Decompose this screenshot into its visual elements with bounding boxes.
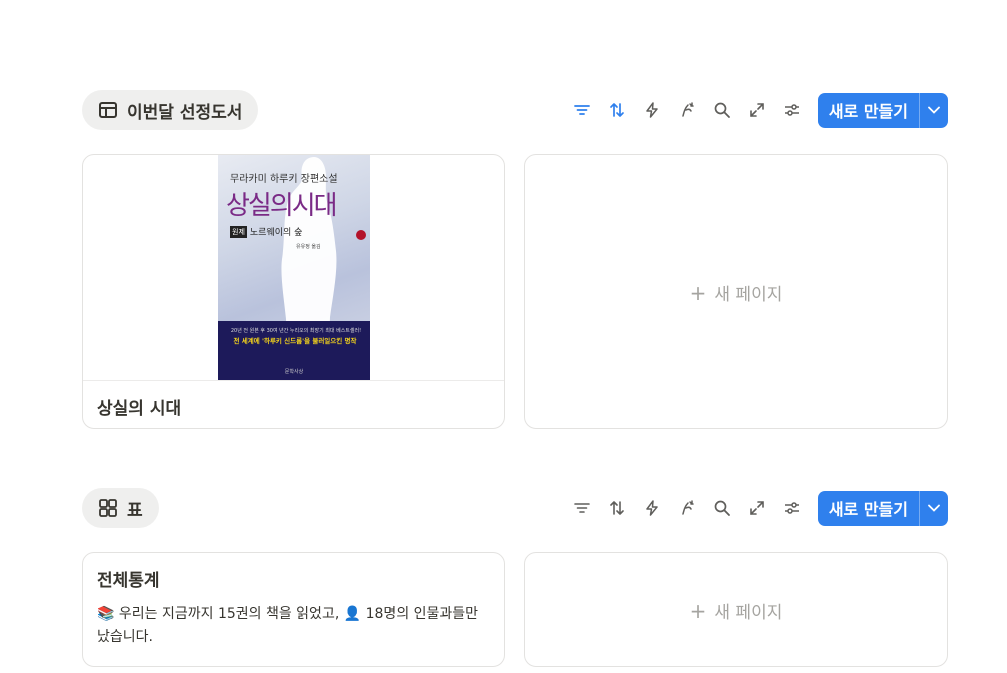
cover-author-line: 무라카미 하루키 장편소설 [230, 174, 338, 185]
search-icon[interactable] [708, 494, 736, 522]
ai-pen-icon[interactable] [673, 96, 701, 124]
cover-subtitle-row: 원제 노르웨이의 숲 [230, 225, 302, 238]
view-toolbar: 새로 만들기 [561, 490, 948, 526]
plus-icon: + [689, 598, 707, 623]
person-emoji-icon: 👤 [343, 606, 362, 622]
chevron-down-icon[interactable] [919, 490, 948, 526]
new-page-card[interactable]: + 새 페이지 [524, 154, 948, 429]
card-description: 📚 우리는 지금까지 15권의 책을 읽었고, 👤 18명의 인물과들만났습니다… [97, 603, 486, 649]
card-cover-area: 무라카미 하루키 장편소설 상실의시대 원제 노르웨이의 숲 유유정 옮김 20… [83, 155, 504, 381]
view-tab-label: 이번달 선정도서 [127, 102, 243, 123]
gallery-grid-icon [98, 498, 118, 518]
search-icon[interactable] [708, 96, 736, 124]
card-title: 전체통계 [97, 571, 160, 591]
gallery-section-table: 표 새로 만들기 전체통계 📚 우리는 지금까지 15권의 책을 읽었고, 👤 … [82, 488, 948, 673]
books-emoji-icon: 📚 [97, 606, 115, 622]
new-page-label: 새 페이지 [714, 285, 783, 305]
chevron-down-icon[interactable] [919, 92, 948, 128]
sort-icon[interactable] [603, 96, 631, 124]
cover-translator: 유유정 옮김 [296, 244, 321, 250]
ai-pen-icon[interactable] [673, 494, 701, 522]
new-item-button[interactable]: 새로 만들기 [817, 92, 948, 128]
view-tab-table[interactable]: 표 [82, 488, 159, 528]
view-toolbar: 새로 만들기 [561, 92, 948, 128]
table-layout-icon [98, 100, 118, 120]
new-item-button-label[interactable]: 새로 만들기 [818, 93, 919, 128]
new-page-row[interactable]: + 새 페이지 [525, 598, 947, 624]
desc-text-1: 우리는 지금까지 15권의 책을 읽었고, [114, 606, 344, 622]
new-page-card[interactable]: + 새 페이지 [524, 552, 948, 667]
new-item-button-label[interactable]: 새로 만들기 [818, 491, 919, 526]
view-tab-monthly-books[interactable]: 이번달 선정도서 [82, 90, 259, 130]
new-page-row[interactable]: + 새 페이지 [525, 280, 947, 306]
lightning-icon[interactable] [638, 96, 666, 124]
settings-icon[interactable] [778, 96, 806, 124]
new-item-button[interactable]: 새로 만들기 [817, 490, 948, 526]
cover-big-title: 상실의시대 [226, 191, 338, 221]
card-title: 상실의 시대 [97, 399, 182, 419]
gallery-section-monthly-books: 이번달 선정도서 새로 만들기 무라카미 하루키 장편소설 상실의시대 원제 노… [82, 90, 948, 430]
book-cover-image: 무라카미 하루키 장편소설 상실의시대 원제 노르웨이의 숲 유유정 옮김 20… [218, 155, 370, 380]
filter-icon[interactable] [568, 96, 596, 124]
expand-icon[interactable] [743, 494, 771, 522]
cover-headline: 전 세계에 '하루키 신드롬'을 불러일으킨 명작 [233, 337, 357, 345]
sort-icon[interactable] [603, 494, 631, 522]
cover-tagline: 20년 전 원본 후 30여 년간 누리오의 최장기 최대 베스트셀러! [230, 328, 362, 334]
settings-icon[interactable] [778, 494, 806, 522]
gallery-card-book[interactable]: 무라카미 하루키 장편소설 상실의시대 원제 노르웨이의 숲 유유정 옮김 20… [82, 154, 505, 429]
gallery-card-stats[interactable]: 전체통계 📚 우리는 지금까지 15권의 책을 읽었고, 👤 18명의 인물과들… [82, 552, 505, 667]
cover-publisher: 문학사상 [284, 369, 304, 375]
cover-subtitle: 노르웨이의 숲 [249, 228, 303, 238]
lightning-icon[interactable] [638, 494, 666, 522]
expand-icon[interactable] [743, 96, 771, 124]
filter-icon[interactable] [568, 494, 596, 522]
view-tab-label: 표 [127, 500, 143, 521]
new-page-label: 새 페이지 [714, 603, 783, 623]
plus-icon: + [689, 280, 707, 305]
cover-badge: 원제 [230, 225, 247, 238]
